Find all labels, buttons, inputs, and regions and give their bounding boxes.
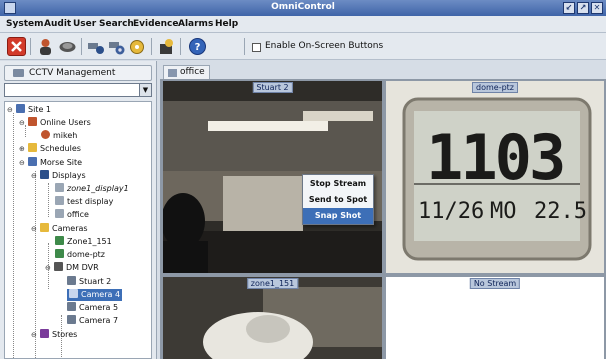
window-title: OmniControl (271, 2, 335, 12)
toolbar-separator (180, 38, 181, 55)
users-icon (28, 117, 37, 126)
site-tree: ⊖ Site 1 ⊖ Online Users mikeh ⊕ Schedules ⊖… (4, 101, 152, 359)
clock-time: 1103 (426, 121, 566, 194)
key-icon[interactable] (157, 37, 176, 56)
camera-icon (55, 236, 64, 245)
display-icon (168, 69, 177, 77)
site-select[interactable]: ▼ (4, 83, 152, 97)
tree-node[interactable]: Zone1_151 (55, 236, 112, 248)
tree-node[interactable]: test display (55, 196, 113, 208)
tree-node[interactable]: Stuart 2 (67, 276, 111, 288)
cell-label: Stuart 2 (252, 82, 293, 93)
display-icon (55, 183, 64, 192)
tree-node[interactable]: Camera 5 (67, 302, 118, 314)
disk-icon[interactable] (58, 37, 77, 56)
video-grid: Stuart 2 1103 11/26 MO 22.5 dome-ptz zon… (160, 79, 606, 359)
cameras-folder-icon (40, 223, 49, 232)
svg-text:?: ? (195, 42, 201, 53)
chevron-down-icon[interactable]: ▼ (139, 84, 151, 96)
tree-node[interactable]: ⊖ DM DVR (45, 262, 99, 274)
menu-alarms[interactable]: Alarms (178, 19, 213, 29)
menu-item-send-to-spot[interactable]: Send to Spot (303, 192, 373, 208)
toolbar-separator (151, 38, 152, 55)
tree-node[interactable]: ⊖ Stores (31, 329, 77, 341)
tree-node[interactable]: ⊖ Displays (31, 170, 86, 182)
menu-evidence[interactable]: Evidence (133, 19, 179, 29)
tree-node[interactable]: ⊖ Online Users (19, 117, 91, 129)
camera-icon (55, 249, 64, 258)
cctv-icon (13, 69, 24, 77)
enable-onscreen-checkbox[interactable] (252, 43, 261, 52)
alarm-icon[interactable] (128, 37, 147, 56)
maximize-button[interactable]: ↗ (577, 2, 589, 14)
tree-node[interactable]: Camera 7 (67, 315, 118, 327)
tree-node[interactable]: dome-ptz (55, 249, 105, 261)
minimize-button[interactable]: ↙ (563, 2, 575, 14)
tree-node[interactable]: ⊕ Schedules (19, 143, 81, 155)
tree-node[interactable]: ⊖ Cameras (31, 223, 88, 235)
display-icon (55, 209, 64, 218)
tree-node[interactable]: ⊖ Morse Site (19, 157, 82, 169)
menu-bar: System Audit User Search Evidence Alarms… (0, 16, 606, 33)
camera-settings-icon[interactable] (107, 37, 126, 56)
left-panel: CCTV Management ▼ ⊖ Site 1 ⊖ Online Users … (0, 61, 157, 359)
menu-item-stop-stream[interactable]: Stop Stream (303, 176, 373, 192)
site-icon (28, 157, 37, 166)
tree-node[interactable]: mikeh (41, 130, 77, 142)
dvr-icon (54, 262, 63, 271)
video-cell-no-stream[interactable]: No Stream (386, 277, 604, 359)
schedules-icon (28, 143, 37, 152)
menu-system[interactable]: System (6, 19, 44, 29)
clock-temp: 22.5 (534, 199, 587, 224)
toolbar-separator (244, 38, 245, 55)
tree-node[interactable]: ⊖ Site 1 (7, 104, 51, 116)
menu-audit[interactable]: Audit (44, 19, 71, 29)
user-icon (41, 130, 50, 139)
close-button[interactable]: ✕ (591, 2, 603, 14)
cell-label: zone1_151 (246, 278, 299, 289)
menu-item-snap-shot[interactable]: Snap Shot (303, 208, 373, 224)
video-cell-dome-ptz[interactable]: 1103 11/26 MO 22.5 dome-ptz (386, 81, 604, 273)
exit-icon[interactable] (7, 37, 26, 56)
camera-icon (67, 315, 76, 324)
site-icon (16, 104, 25, 113)
menu-user[interactable]: User (73, 19, 96, 29)
stores-icon (40, 329, 49, 338)
context-menu: Stop Stream Send to Spot Snap Shot (302, 174, 374, 225)
help-icon[interactable]: ? (188, 37, 207, 56)
clock-date: 11/26 (418, 199, 485, 224)
toolbar-separator (81, 38, 82, 55)
video-cell-zone1-151[interactable]: zone1_151 (163, 277, 382, 359)
cell-label: No Stream (469, 278, 521, 289)
zone-video-feed (163, 277, 382, 359)
title-bar: OmniControl ↙ ↗ ✕ (0, 0, 606, 16)
user-icon[interactable] (36, 37, 55, 56)
menu-help[interactable]: Help (215, 19, 238, 29)
camera-icon (69, 289, 78, 298)
cell-label: dome-ptz (472, 82, 518, 93)
tree-node[interactable]: office (55, 209, 89, 221)
tab-office[interactable]: office (163, 65, 210, 80)
displays-icon (40, 170, 49, 179)
toolbar-separator (30, 38, 31, 55)
tab-cctv-management[interactable]: CCTV Management (4, 65, 152, 81)
tab-label: CCTV Management (29, 68, 116, 78)
display-icon (55, 196, 64, 205)
camera-add-icon[interactable] (86, 37, 105, 56)
toolbar: ? Enable On-Screen Buttons (0, 33, 606, 60)
menu-search[interactable]: Search (99, 19, 134, 29)
tree-node[interactable]: zone1_display1 (55, 183, 129, 195)
camera-icon (67, 302, 76, 311)
enable-onscreen-label: Enable On-Screen Buttons (265, 41, 384, 51)
tree-node-selected[interactable]: Camera 4 (67, 289, 123, 301)
camera-icon (67, 276, 76, 285)
clock-day: MO (490, 199, 517, 224)
